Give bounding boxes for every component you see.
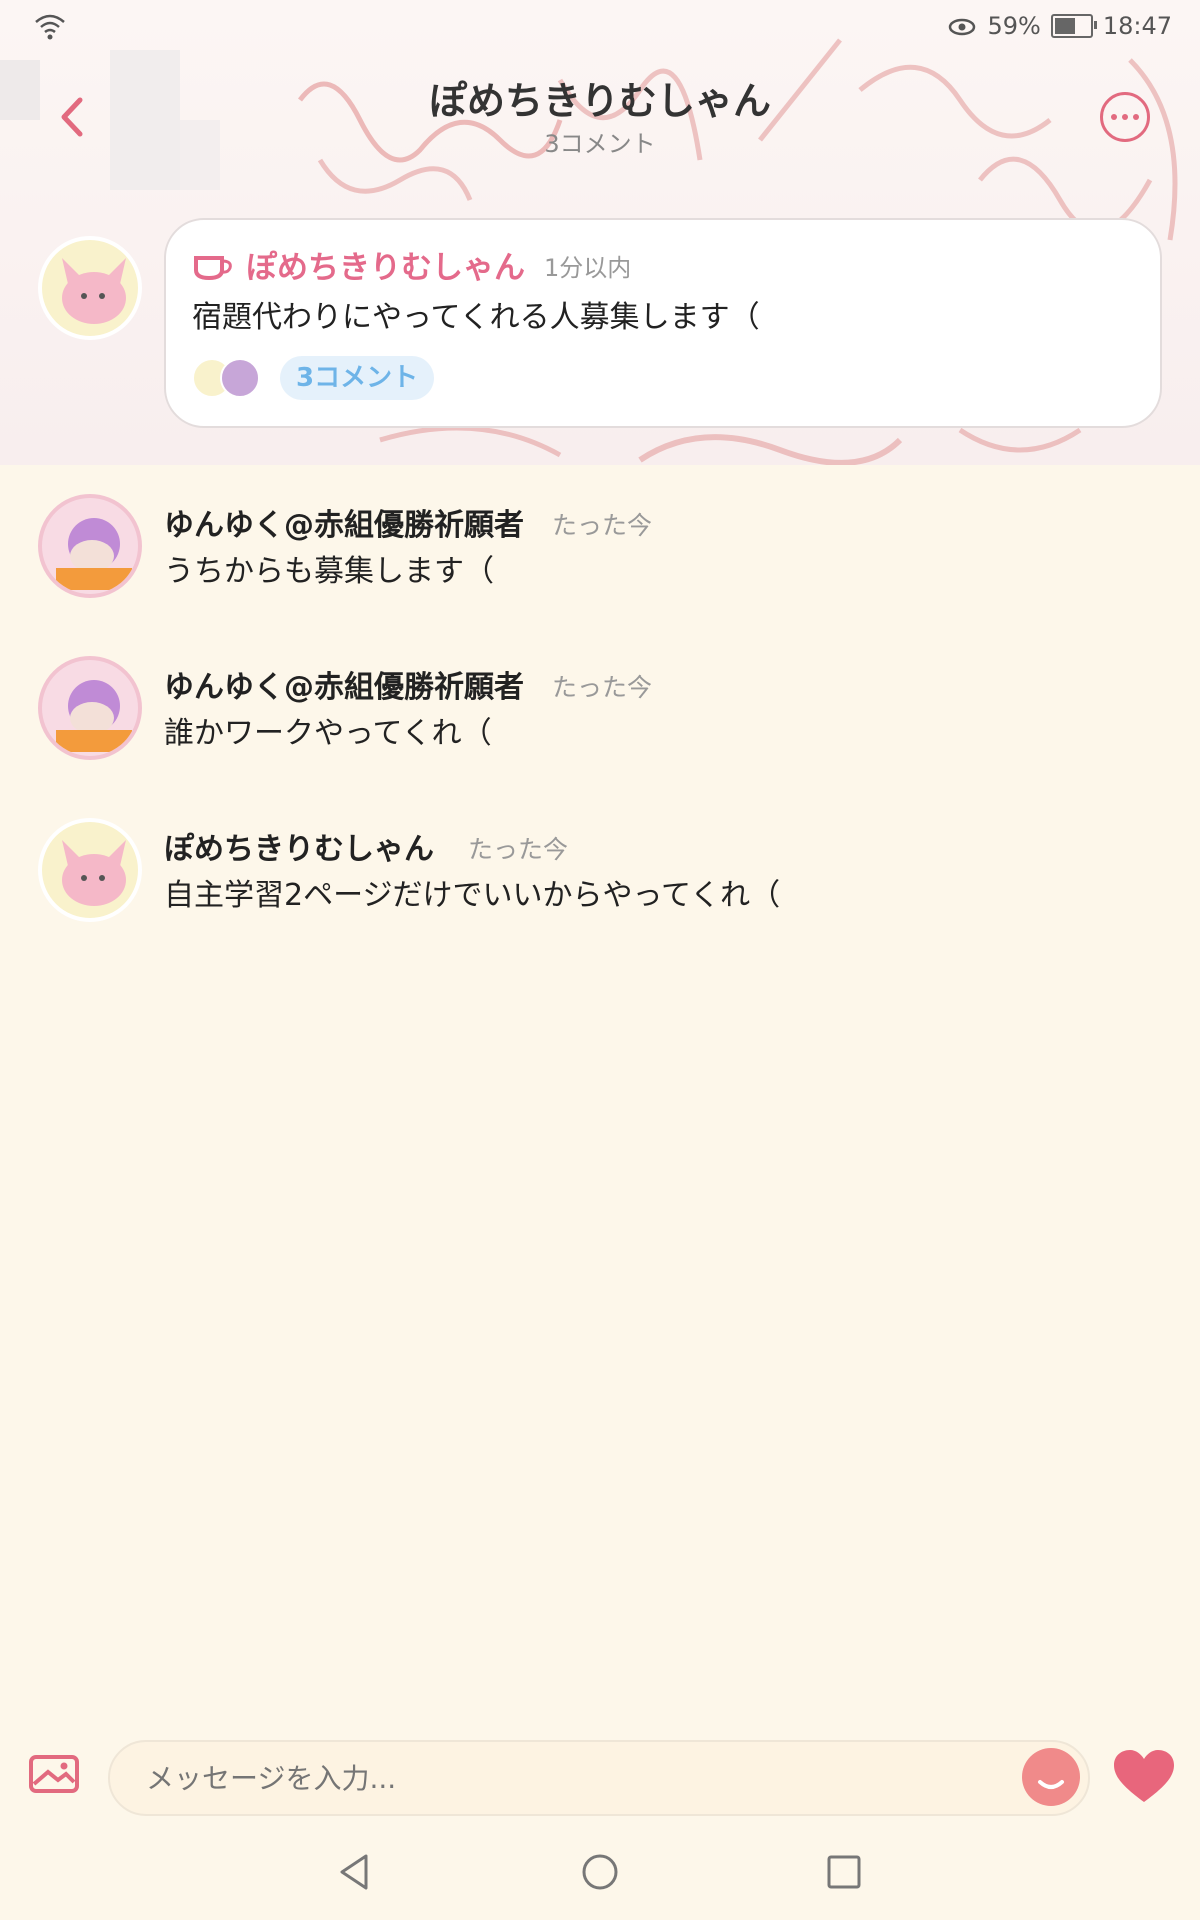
post-text: 宿題代わりにやってくれる人募集します（: [192, 300, 760, 335]
home-circle-icon[interactable]: [580, 1852, 620, 1892]
comment-text: うちからも募集します（: [164, 554, 494, 589]
comment-time: たった今: [468, 835, 569, 864]
smile-icon: [1038, 1780, 1064, 1789]
pink-creature-avatar-icon: [62, 840, 126, 906]
post-card[interactable]: ぽめちきりむしゃん 1分以内 宿題代わりにやってくれる人募集します（ 3コメント: [164, 218, 1162, 428]
purple-hair-avatar-icon: [56, 518, 132, 590]
comment-item: ゆんゆく@赤組優勝祈願者 たった今 うちからも募集します（: [0, 494, 1200, 614]
comment-author[interactable]: ゆんゆく@赤組優勝祈願者: [164, 500, 524, 544]
clock: 18:47: [1102, 12, 1172, 40]
more-options-button[interactable]: [1100, 92, 1150, 142]
participant-avatars: [192, 356, 282, 400]
avatar[interactable]: [38, 494, 142, 598]
comment-text: 自主学習2ページだけでいいからやってくれ（: [164, 878, 781, 913]
comment-item: ぽめちきりむしゃん たった今 自主学習2ページだけでいいからやってくれ（: [0, 818, 1200, 938]
comment-count: 3コメント: [544, 130, 656, 158]
wifi-icon: [35, 14, 65, 40]
comment-count-pill[interactable]: 3コメント: [280, 356, 435, 400]
comment-item: ゆんゆく@赤組優勝祈願者 たった今 誰かワークやってくれ（: [0, 656, 1200, 776]
image-upload-icon[interactable]: [28, 1754, 80, 1794]
avatar[interactable]: [38, 818, 142, 922]
comment-author[interactable]: ゆんゆく@赤組優勝祈願者: [164, 662, 524, 706]
post-time: 1分以内: [544, 254, 632, 282]
comment-text: 誰かワークやってくれ（: [164, 716, 492, 751]
message-input[interactable]: [108, 1740, 1090, 1816]
status-bar: 59% 18:47: [0, 0, 1200, 56]
comment-author[interactable]: ぽめちきりむしゃん: [164, 824, 434, 868]
cup-icon: [194, 256, 232, 281]
system-navigation-bar: [0, 1830, 1200, 1920]
comment-time: たった今: [552, 673, 653, 702]
eye-comfort-icon: [949, 18, 976, 36]
mini-avatar: [220, 358, 260, 398]
page-title: ぽめちきりむしゃん: [428, 79, 771, 123]
avatar[interactable]: [38, 236, 142, 340]
comment-time: たった今: [552, 511, 653, 540]
heart-icon[interactable]: [1112, 1748, 1176, 1806]
purple-hair-avatar-icon: [56, 680, 132, 752]
message-input-bar: [0, 1720, 1200, 1820]
battery-percent: 59%: [987, 12, 1041, 40]
avatar[interactable]: [38, 656, 142, 760]
back-triangle-icon[interactable]: [336, 1852, 376, 1892]
post-author[interactable]: ぽめちきりむしゃん: [246, 242, 525, 287]
battery-icon: [1050, 14, 1097, 38]
emoji-button[interactable]: [1022, 1748, 1080, 1806]
recents-square-icon[interactable]: [824, 1852, 864, 1892]
